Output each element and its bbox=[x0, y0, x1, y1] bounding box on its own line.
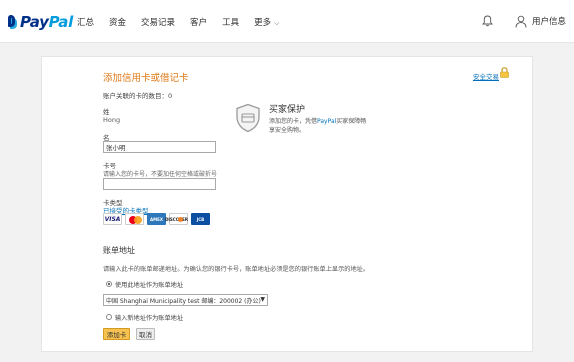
visa-logo: VISA bbox=[103, 213, 122, 225]
amex-logo: AMEX bbox=[147, 213, 166, 225]
user-icon[interactable] bbox=[514, 14, 528, 28]
dropdown-arrow-icon: ▼ bbox=[260, 296, 265, 303]
secure-transaction-link[interactable]: 安全交易 bbox=[473, 71, 499, 81]
buyer-protection-text: 添加您的卡，凭借PayPal买家保障畅享安全购物。 bbox=[269, 117, 369, 135]
shield-icon bbox=[236, 103, 260, 133]
nav-more-label: 更多 bbox=[254, 18, 272, 28]
header-right: 用户信息 bbox=[480, 13, 566, 29]
card-brands: VISA AMEX DISCOVER JCB bbox=[103, 213, 213, 225]
nav-tools[interactable]: 工具 bbox=[222, 16, 239, 28]
bell-icon[interactable] bbox=[480, 13, 496, 29]
nav-summary[interactable]: 汇总 bbox=[77, 16, 94, 28]
nav-more[interactable]: 更多 ⌵ bbox=[254, 16, 279, 28]
last-name-label: 姓 bbox=[103, 108, 110, 116]
main-nav: 汇总 资金 交易记录 客户 工具 更多 ⌵ bbox=[77, 16, 294, 28]
billing-title: 账单地址 bbox=[103, 246, 135, 255]
discover-logo-text: DISCOVER bbox=[165, 216, 188, 222]
logo-pay: Pay bbox=[20, 13, 49, 31]
logo-pal: Pal bbox=[48, 13, 74, 31]
paypal-logo[interactable]: PayPal bbox=[8, 12, 73, 32]
use-existing-address-label: 使用此地址作为账单地址 bbox=[115, 282, 184, 289]
card-count-text: 账户关联的卡的数目：0 bbox=[103, 92, 173, 100]
lock-icon bbox=[500, 67, 509, 78]
user-info-link[interactable]: 用户信息 bbox=[532, 15, 566, 27]
page-title: 添加信用卡或借记卡 bbox=[103, 73, 189, 84]
chevron-down-icon: ⌵ bbox=[274, 19, 280, 27]
top-header: PayPal 汇总 资金 交易记录 客户 工具 更多 ⌵ 用户信息 bbox=[0, 0, 574, 43]
new-address-radio[interactable] bbox=[106, 314, 112, 320]
address-select[interactable]: 中国 Shanghai Municipality test 邮编：200002 … bbox=[103, 294, 268, 306]
last-name-value: Hong bbox=[103, 116, 121, 124]
paypal-mark-icon bbox=[8, 15, 17, 29]
buyer-protection-text-1: 添加您的卡，凭借 bbox=[269, 118, 318, 125]
add-card-panel: 添加信用卡或借记卡 安全交易 账户关联的卡的数目：0 姓 Hong 名 卡号 请… bbox=[41, 56, 533, 352]
nav-activity[interactable]: 交易记录 bbox=[141, 16, 175, 28]
card-number-hint: 请输入您的卡号，不要加任何空格或破折号 bbox=[103, 171, 218, 178]
jcb-logo: JCB bbox=[191, 213, 210, 225]
add-card-button[interactable]: 添加卡 bbox=[103, 328, 130, 340]
billing-description: 请输入此卡的账单邮递地址。为确认您的银行卡号，账单地址必须是您的银行账单上显示的… bbox=[103, 266, 370, 273]
nav-funds[interactable]: 资金 bbox=[109, 16, 126, 28]
discover-logo: DISCOVER bbox=[165, 213, 188, 225]
first-name-input[interactable] bbox=[103, 141, 216, 153]
mastercard-logo bbox=[125, 213, 144, 225]
buyer-protection: 买家保护 添加您的卡，凭借PayPal买家保障畅享安全购物。 bbox=[235, 101, 367, 141]
cancel-button[interactable]: 取消 bbox=[136, 328, 155, 340]
buyer-protection-brand: PayPal bbox=[317, 118, 337, 125]
new-address-label: 输入新地址作为账单地址 bbox=[115, 315, 184, 322]
use-existing-address-radio[interactable] bbox=[106, 281, 112, 287]
selected-address: 中国 Shanghai Municipality test 邮编：200002 … bbox=[106, 298, 261, 305]
buyer-protection-title: 买家保护 bbox=[269, 105, 306, 115]
nav-customers[interactable]: 客户 bbox=[190, 16, 207, 28]
card-number-input[interactable] bbox=[103, 178, 216, 190]
